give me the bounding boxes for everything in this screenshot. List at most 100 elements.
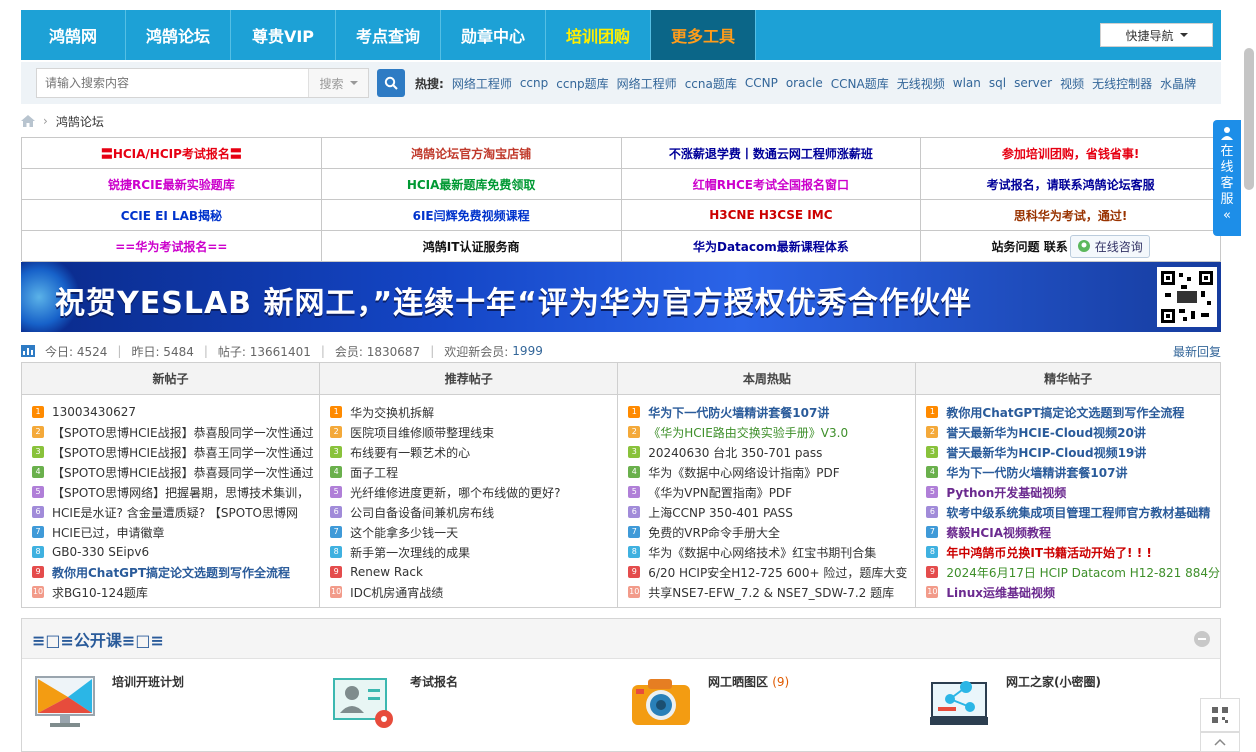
list-item[interactable]: 1 华为交换机拆解: [330, 402, 617, 422]
list-item[interactable]: 6 软考中级系统集成项目管理工程师官方教材基础精: [926, 502, 1220, 522]
list-item[interactable]: 10 Linux运维基础视频: [926, 582, 1220, 602]
online-consult-button[interactable]: 在线咨询: [1069, 234, 1150, 258]
list-item[interactable]: 7 免费的VRP命令手册大全: [628, 522, 915, 542]
column-title: 新帖子: [22, 363, 320, 395]
course-item-training-plan[interactable]: 培训开班计划: [22, 673, 320, 731]
list-item[interactable]: 5 Python开发基础视频: [926, 482, 1220, 502]
grid-link[interactable]: 鸿鹄论坛官方淘宝店铺: [321, 138, 622, 169]
grid-link[interactable]: 鸿鹄IT认证服务商: [321, 231, 622, 262]
list-item[interactable]: 6 公司自备设备间兼机房布线: [330, 502, 617, 522]
grid-link[interactable]: CCIE EI LAB揭秘: [22, 200, 322, 231]
monitor-icon: [35, 676, 95, 727]
grid-link[interactable]: 华为Datacom最新课程体系: [621, 231, 922, 262]
grid-link[interactable]: ==华为考试报名==: [22, 231, 322, 262]
list-item[interactable]: 7 这个能拿多少钱一天: [330, 522, 617, 542]
list-item[interactable]: 5 【SPOTO思博网络】把握暑期，思博技术集训，: [32, 482, 319, 502]
collapse-icon[interactable]: [1194, 630, 1210, 647]
grid-link[interactable]: 6IE闫辉免费视频课程: [321, 200, 622, 231]
list-item[interactable]: 2 《华为HCIE路由交换实验手册》V3.0: [628, 422, 915, 442]
grid-link[interactable]: 不涨薪退学费丨数通云网工程师涨薪班: [621, 138, 922, 169]
search-button[interactable]: [377, 69, 405, 97]
list-item[interactable]: 5 光纤维修进度更新，哪个布线做的更好?: [330, 482, 617, 502]
hot-search-link[interactable]: ccna题库: [685, 75, 737, 92]
course-item-netpro-home[interactable]: 网工之家(小密圈): [916, 673, 1214, 731]
promo-banner[interactable]: 祝贺YESLAB 新网工，”连续十年“评为华为官方授权优秀合作伙伴: [21, 262, 1221, 332]
hot-search-link[interactable]: 无线控制器: [1092, 75, 1152, 92]
hot-search-link[interactable]: CCNA题库: [831, 75, 889, 92]
list-item[interactable]: 2 【SPOTO思博HCIE战报】恭喜殷同学一次性通过: [32, 422, 319, 442]
grid-link[interactable]: 锐捷RCIE最新实验题库: [22, 169, 322, 200]
list-item[interactable]: 9 教你用ChatGPT搞定论文选题到写作全流程: [32, 562, 319, 582]
list-item[interactable]: 1 教你用ChatGPT搞定论文选题到写作全流程: [926, 402, 1220, 422]
latest-reply-link[interactable]: 最新回复: [1173, 343, 1221, 360]
list-item[interactable]: 4 【SPOTO思博HCIE战报】恭喜聂同学一次性通过: [32, 462, 319, 482]
quick-nav-button[interactable]: 快捷导航: [1100, 23, 1213, 47]
stat-members: 会员: 1830687: [334, 344, 421, 359]
grid-link[interactable]: H3CNE H3CSE IMC: [621, 200, 922, 231]
list-item[interactable]: 8 GB0-330 SEipv6: [32, 542, 319, 562]
list-item[interactable]: 1 13003430627: [32, 402, 319, 422]
list-item[interactable]: 4 面子工程: [330, 462, 617, 482]
list-item[interactable]: 3 布线要有一颗艺术的心: [330, 442, 617, 462]
list-item[interactable]: 9 6/20 HCIP安全H12-725 600+ 险过，题库大变: [628, 562, 915, 582]
rank-badge: 7: [926, 526, 939, 538]
list-item[interactable]: 10 IDC机房通宵战绩: [330, 582, 617, 602]
list-item[interactable]: 8 新手第一次理线的成果: [330, 542, 617, 562]
hot-search-link[interactable]: 视频: [1060, 75, 1084, 92]
nav-exam-query[interactable]: 考点查询: [336, 10, 441, 60]
list-item[interactable]: 10 共享NSE7-EFW_7.2 & NSE7_SDW-7.2 题库: [628, 582, 915, 602]
hot-search-link[interactable]: ccnp题库: [556, 75, 608, 92]
list-item[interactable]: 7 蔡毅HCIA视频教程: [926, 522, 1220, 542]
hot-search-link[interactable]: wlan: [953, 76, 981, 90]
nav-home[interactable]: 鸿鹄网: [21, 10, 126, 60]
list-item[interactable]: 3 誉天最新华为HCIP-Cloud视频19讲: [926, 442, 1220, 462]
list-item[interactable]: 4 华为《数据中心网络设计指南》PDF: [628, 462, 915, 482]
grid-link[interactable]: 参加培训团购，省钱省事!: [921, 138, 1221, 169]
nav-forum[interactable]: 鸿鹄论坛: [126, 10, 231, 60]
list-item[interactable]: 2 医院项目维修顺带整理线束: [330, 422, 617, 442]
hot-search-link[interactable]: server: [1014, 76, 1052, 90]
nav-more-tools[interactable]: 更多工具: [651, 10, 756, 60]
list-item[interactable]: 1 华为下一代防火墙精讲套餐107讲: [628, 402, 915, 422]
grid-link[interactable]: 红帽RHCE考试全国报名窗口: [621, 169, 922, 200]
nav-medal-center[interactable]: 勋章中心: [441, 10, 546, 60]
grid-link[interactable]: 思科华为考试，通过!: [921, 200, 1221, 231]
hot-search-link[interactable]: ccnp: [520, 76, 548, 90]
search-type-select[interactable]: 搜索: [308, 69, 368, 97]
hot-search-link[interactable]: 水晶牌: [1160, 75, 1196, 92]
grid-link[interactable]: 〓HCIA/HCIP考试报名〓: [22, 138, 322, 169]
hot-search-link[interactable]: 网络工程师: [617, 75, 677, 92]
hot-search-link[interactable]: CCNP: [745, 76, 778, 90]
home-icon[interactable]: [21, 115, 35, 127]
list-item[interactable]: 8 年中鸿鹄币兑换IT书籍活动开始了! ! !: [926, 542, 1220, 562]
list-item[interactable]: 2 誉天最新华为HCIE-Cloud视频20讲: [926, 422, 1220, 442]
list-item[interactable]: 10 求BG10-124题库: [32, 582, 319, 602]
list-item[interactable]: 6 上海CCNP 350-401 PASS: [628, 502, 915, 522]
back-to-top-button[interactable]: [1200, 732, 1240, 752]
hot-search-link[interactable]: 无线视频: [897, 75, 945, 92]
list-item[interactable]: 8 华为《数据中心网络技术》红宝书期刊合集: [628, 542, 915, 562]
list-item[interactable]: 9 2024年6月17日 HCIP Datacom H12-821 884分: [926, 562, 1220, 582]
online-service-tab[interactable]: 在 线 客 服 «: [1213, 120, 1241, 236]
grid-link[interactable]: HCIA最新题库免费领取: [321, 169, 622, 200]
list-item[interactable]: 9 Renew Rack: [330, 562, 617, 582]
hot-search-link[interactable]: 网络工程师: [452, 75, 512, 92]
list-item[interactable]: 3 20240630 台北 350-701 pass: [628, 442, 915, 462]
qr-code-button[interactable]: [1200, 698, 1240, 732]
hot-search-link[interactable]: sql: [989, 76, 1006, 90]
list-item[interactable]: 7 HCIE已过，申请徽章: [32, 522, 319, 542]
breadcrumb-current[interactable]: 鸿鹄论坛: [56, 113, 104, 130]
list-item[interactable]: 4 华为下一代防火墙精讲套餐107讲: [926, 462, 1220, 482]
grid-link[interactable]: 考试报名，请联系鸿鹄论坛客服: [921, 169, 1221, 200]
search-input[interactable]: [37, 69, 308, 97]
course-item-exam-signup[interactable]: 考试报名: [320, 673, 618, 731]
list-item[interactable]: 6 HCIE是水证? 含金量遭质疑? 【SPOTO思博网: [32, 502, 319, 522]
scrollbar[interactable]: [1244, 48, 1254, 190]
hot-search-link[interactable]: oracle: [786, 76, 823, 90]
nav-training[interactable]: 培训团购: [546, 10, 651, 60]
new-member-link[interactable]: 1999: [512, 344, 543, 358]
course-item-photo-area[interactable]: 网工晒图区 (9): [618, 673, 916, 731]
nav-vip[interactable]: 尊贵VIP: [231, 10, 336, 60]
list-item[interactable]: 3 【SPOTO思博HCIE战报】恭喜王同学一次性通过: [32, 442, 319, 462]
list-item[interactable]: 5 《华为VPN配置指南》PDF: [628, 482, 915, 502]
